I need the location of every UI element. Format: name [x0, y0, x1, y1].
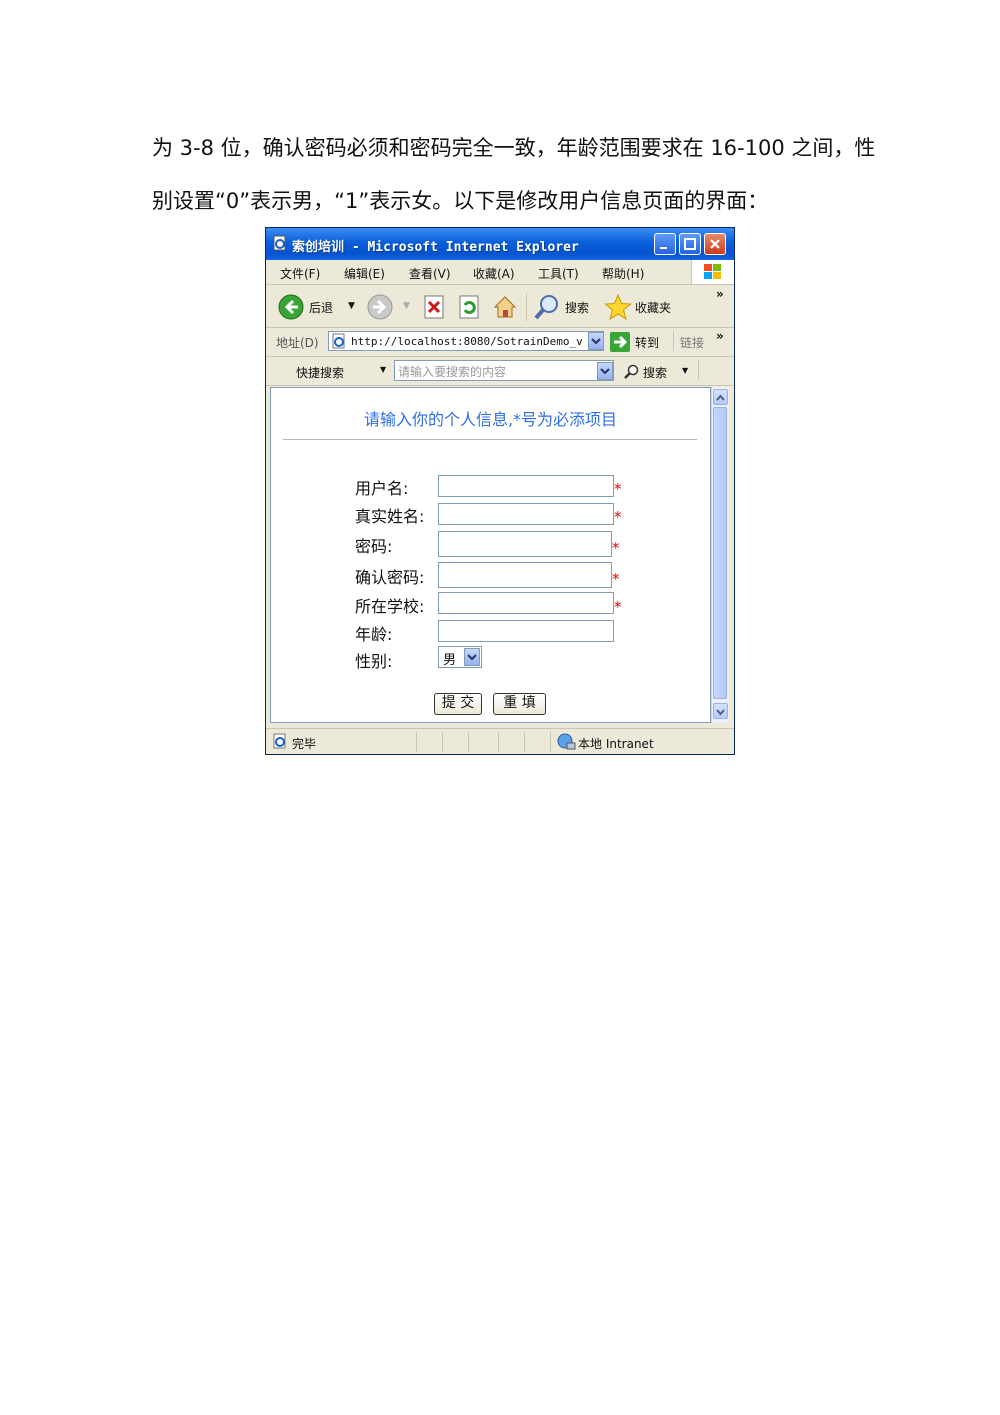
quick-search-label[interactable]: 快捷搜索 [296, 364, 344, 381]
quick-search-bar: 快捷搜索 ▼ 请输入要搜索的内容 搜索 ▼ [266, 357, 734, 386]
intranet-globe-icon [557, 733, 576, 750]
maximize-button[interactable] [679, 233, 701, 255]
vertical-scrollbar[interactable] [711, 387, 729, 723]
search-icon[interactable] [533, 293, 561, 321]
zone-text: 本地 Intranet [578, 737, 654, 751]
password-required-star: * [612, 539, 620, 557]
toolbar-divider [526, 293, 527, 321]
age-input[interactable] [438, 620, 614, 642]
school-input[interactable] [438, 592, 614, 614]
paragraph-line-2: 别设置“0”表示男，“1”表示女。以下是修改用户信息页面的界面： [152, 189, 769, 213]
address-url: http://localhost:8080/SotrainDemo_v [351, 335, 583, 348]
page-icon [332, 333, 345, 349]
links-label[interactable]: 链接 [680, 334, 704, 351]
menu-tools[interactable]: 工具(T) [538, 265, 579, 282]
back-button-label[interactable]: 后退 [309, 299, 333, 316]
status-divider-1 [416, 732, 417, 752]
realname-input[interactable] [438, 503, 614, 525]
quick-search-input[interactable]: 请输入要搜索的内容 [394, 360, 614, 381]
quick-search-placeholder: 请输入要搜索的内容 [398, 365, 507, 379]
status-text: 完毕 [292, 737, 317, 751]
reset-button[interactable]: 重 填 [493, 693, 546, 715]
ie-window: 索创培训 - Microsoft Internet Explorer 文件(F)… [265, 227, 735, 755]
forward-arrow-icon[interactable] [367, 294, 393, 320]
label-realname: 真实姓名: [355, 507, 425, 526]
page-status-icon [273, 733, 286, 749]
realname-required-star: * [614, 508, 622, 526]
forward-dropdown-icon[interactable]: ▼ [403, 301, 410, 311]
links-chevron-icon[interactable]: » [716, 329, 724, 343]
magnifier-icon[interactable] [624, 364, 640, 380]
menu-help[interactable]: 帮助(H) [602, 265, 644, 282]
ie-page-icon [273, 235, 286, 251]
toolbar-chevron-icon[interactable]: » [716, 287, 724, 301]
label-confirm-password: 确认密码: [355, 568, 425, 587]
address-input[interactable]: http://localhost:8080/SotrainDemo_v [328, 331, 604, 351]
confirm-password-required-star: * [612, 570, 620, 588]
status-divider-5 [524, 732, 525, 752]
menu-file[interactable]: 文件(F) [280, 265, 320, 282]
intro-paragraph: 为 3-8 位，确认密码必须和密码完全一致，年龄范围要求在 16-100 之间，… [152, 122, 876, 228]
back-dropdown-icon[interactable]: ▼ [348, 301, 355, 311]
menu-favorites[interactable]: 收藏(A) [473, 265, 515, 282]
quick-search-options-icon[interactable]: ▼ [682, 366, 688, 375]
status-divider-6 [550, 732, 551, 752]
scrollbar-thumb[interactable] [713, 407, 727, 699]
label-gender: 性别: [355, 652, 393, 671]
refresh-icon[interactable] [458, 295, 480, 319]
label-password: 密码: [355, 537, 393, 556]
address-bar: 地址(D) http://localhost:8080/SotrainDemo_… [266, 328, 734, 357]
quick-search-input-dropdown-icon[interactable] [597, 362, 613, 380]
home-icon[interactable] [492, 293, 518, 319]
search-divider [698, 360, 699, 380]
heading-divider [283, 439, 697, 441]
search-button-label[interactable]: 搜索 [565, 299, 589, 316]
status-bar: 完毕 本地 Intranet [266, 728, 734, 754]
window-title: 索创培训 - Microsoft Internet Explorer [292, 240, 579, 255]
go-arrow-icon[interactable] [610, 332, 630, 352]
gender-selected-value: 男 [443, 653, 457, 668]
form-heading: 请输入你的个人信息,*号为必添项目 [363, 410, 618, 429]
address-dropdown-icon[interactable] [588, 332, 604, 350]
quick-search-button-label[interactable]: 搜索 [643, 364, 667, 381]
submit-button[interactable]: 提 交 [434, 693, 482, 715]
title-bar[interactable]: 索创培训 - Microsoft Internet Explorer [266, 228, 734, 260]
standard-toolbar: 后退 ▼ ▼ 搜索 收藏夹 » [266, 285, 734, 328]
scroll-down-arrow-icon[interactable] [713, 703, 728, 719]
menu-view[interactable]: 查看(V) [409, 265, 451, 282]
stop-icon[interactable] [423, 295, 445, 319]
favorites-button-label[interactable]: 收藏夹 [635, 299, 671, 316]
back-arrow-icon[interactable] [278, 294, 304, 320]
status-divider-2 [442, 732, 443, 752]
page-content: 请输入你的个人信息,*号为必添项目 用户名: * 真实姓名: * 密码: * 确… [270, 387, 711, 723]
password-input[interactable] [438, 531, 612, 557]
scroll-up-arrow-icon[interactable] [713, 389, 728, 405]
confirm-password-input[interactable] [438, 562, 612, 588]
username-required-star: * [614, 480, 622, 498]
status-divider-3 [468, 732, 469, 752]
label-school: 所在学校: [355, 597, 425, 616]
username-input[interactable] [438, 475, 614, 497]
menu-bar: 文件(F) 编辑(E) 查看(V) 收藏(A) 工具(T) 帮助(H) [266, 260, 734, 285]
school-required-star: * [614, 598, 622, 616]
favorites-star-icon[interactable] [604, 293, 632, 321]
close-button[interactable] [704, 233, 726, 255]
address-label: 地址(D) [276, 336, 319, 350]
menu-edit[interactable]: 编辑(E) [344, 265, 385, 282]
gender-select[interactable]: 男 [438, 646, 482, 668]
go-button-label[interactable]: 转到 [635, 334, 659, 351]
quick-search-dropdown-icon[interactable]: ▼ [380, 365, 386, 374]
status-divider-4 [498, 732, 499, 752]
minimize-button[interactable] [654, 233, 676, 255]
gender-dropdown-icon[interactable] [464, 648, 480, 666]
paragraph-line-1: 为 3-8 位，确认密码必须和密码完全一致，年龄范围要求在 16-100 之间，… [152, 136, 876, 160]
address-divider [673, 331, 674, 351]
label-username: 用户名: [355, 479, 409, 498]
windows-logo-icon [691, 260, 734, 284]
label-age: 年龄: [355, 625, 393, 644]
